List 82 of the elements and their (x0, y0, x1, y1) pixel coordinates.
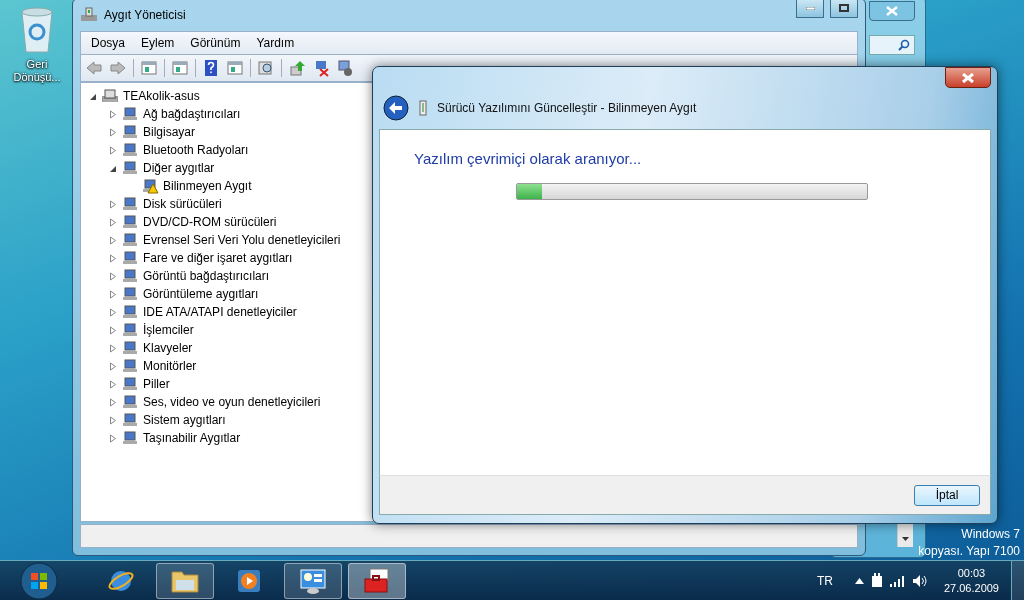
build-notice: kopyası. Yapı 7100 (918, 543, 1020, 560)
menu-item[interactable]: Dosya (91, 36, 125, 50)
tree-item[interactable]: Ağ bağdaştırıcıları (143, 107, 241, 121)
forward-arrow-icon[interactable] (109, 59, 127, 77)
device-icon (121, 106, 139, 122)
device-icon (419, 100, 427, 116)
down-arrow-icon (902, 537, 909, 541)
maximize-icon (839, 4, 849, 12)
tree-item[interactable]: Görüntü bağdaştırıcıları (143, 269, 270, 283)
device-icon (121, 214, 139, 230)
tree-item[interactable]: Taşınabilir Aygıtlar (143, 431, 241, 445)
close-icon (886, 6, 898, 16)
status-heading: Yazılım çevrimiçi olarak aranıyor... (414, 150, 643, 167)
menu-item[interactable]: Görünüm (190, 36, 241, 50)
close-icon (961, 72, 975, 83)
minimize-button[interactable] (796, 0, 824, 18)
device-icon (121, 268, 139, 284)
device-icon (121, 340, 139, 356)
tree-item[interactable]: Görüntüleme aygıtları (143, 287, 259, 301)
close-button[interactable] (869, 1, 915, 21)
menu-item[interactable]: Eylem (141, 36, 175, 50)
signal-bars-icon[interactable] (889, 574, 906, 587)
up-arrow-icon[interactable] (854, 577, 864, 584)
device-icon (121, 394, 139, 410)
tree-item[interactable]: TEAkolik-asus (123, 89, 200, 103)
tree-item[interactable]: Diğer aygıtlar (143, 161, 215, 175)
language-indicator[interactable]: TR (816, 573, 833, 588)
device-icon (121, 160, 139, 176)
device-icon (121, 232, 139, 248)
clock-date: 27.06.2009 (943, 580, 999, 596)
search-icon (898, 39, 910, 51)
tree-item[interactable]: Bilgisayar (143, 125, 196, 139)
tree-item[interactable]: Monitörler (143, 359, 197, 373)
recycle-bin-icon[interactable] (18, 6, 56, 54)
control-panel-icon (298, 566, 328, 595)
power-plug-icon[interactable] (869, 572, 884, 589)
show-desktop-button[interactable] (1011, 560, 1024, 600)
device-icon (121, 142, 139, 158)
tree-item[interactable]: Piller (143, 377, 170, 391)
maximize-button[interactable] (830, 0, 858, 18)
close-button[interactable] (945, 67, 991, 88)
window-title: Aygıt Yöneticisi (104, 8, 186, 22)
tree-item[interactable]: Fare ve diğer işaret aygıtları (143, 251, 293, 265)
device-icon (121, 196, 139, 212)
device-icon (121, 286, 139, 302)
device-icon (121, 358, 139, 374)
tree-item[interactable]: Evrensel Seri Veri Yolu denetleyicileri (143, 233, 341, 247)
toolbox-icon (362, 566, 392, 595)
clock-time: 00:03 (957, 565, 986, 581)
back-arrow-icon[interactable] (85, 59, 103, 77)
device-icon (121, 322, 139, 338)
device-icon (101, 88, 119, 104)
tree-item[interactable]: Sistem aygıtları (143, 413, 226, 427)
tree-item[interactable]: Ses, video ve oyun denetleyicileri (143, 395, 321, 409)
tree-item[interactable]: DVD/CD-ROM sürücüleri (143, 215, 277, 229)
tree-item[interactable]: IDE ATA/ATAPI denetleyiciler (143, 305, 297, 319)
device-manager-icon (80, 7, 98, 23)
taskbar-button[interactable] (156, 562, 214, 599)
taskbar-button[interactable] (284, 562, 342, 599)
taskbar-button[interactable] (348, 562, 406, 599)
cancel-button[interactable]: İptal (914, 484, 980, 506)
device-icon (121, 412, 139, 428)
tree-item[interactable]: İşlemciler (143, 323, 194, 337)
build-notice: Windows 7 (961, 526, 1020, 543)
tree-item[interactable]: Bluetooth Radyoları (143, 143, 249, 157)
tree-item[interactable]: Klavyeler (143, 341, 193, 355)
search-field[interactable] (869, 35, 915, 55)
tree-item[interactable]: Disk sürücüleri (143, 197, 222, 211)
device-icon (121, 124, 139, 140)
help-icon[interactable] (202, 59, 220, 77)
dialog-title: Sürücü Yazılımını Güncelleştir - Bilinmeyen Aygıt (437, 101, 697, 115)
device-icon (121, 430, 139, 446)
menu-item[interactable]: Yardım (256, 36, 295, 50)
clock[interactable]: 00:03 27.06.2009 (943, 565, 999, 596)
start-button[interactable] (20, 561, 58, 600)
device-icon (121, 376, 139, 392)
back-button[interactable] (383, 95, 409, 121)
device-icon (121, 250, 139, 266)
minimize-icon (805, 6, 815, 10)
device-icon (121, 304, 139, 320)
speaker-icon[interactable] (911, 573, 928, 588)
tree-item[interactable]: Bilinmeyen Aygıt (163, 179, 252, 193)
